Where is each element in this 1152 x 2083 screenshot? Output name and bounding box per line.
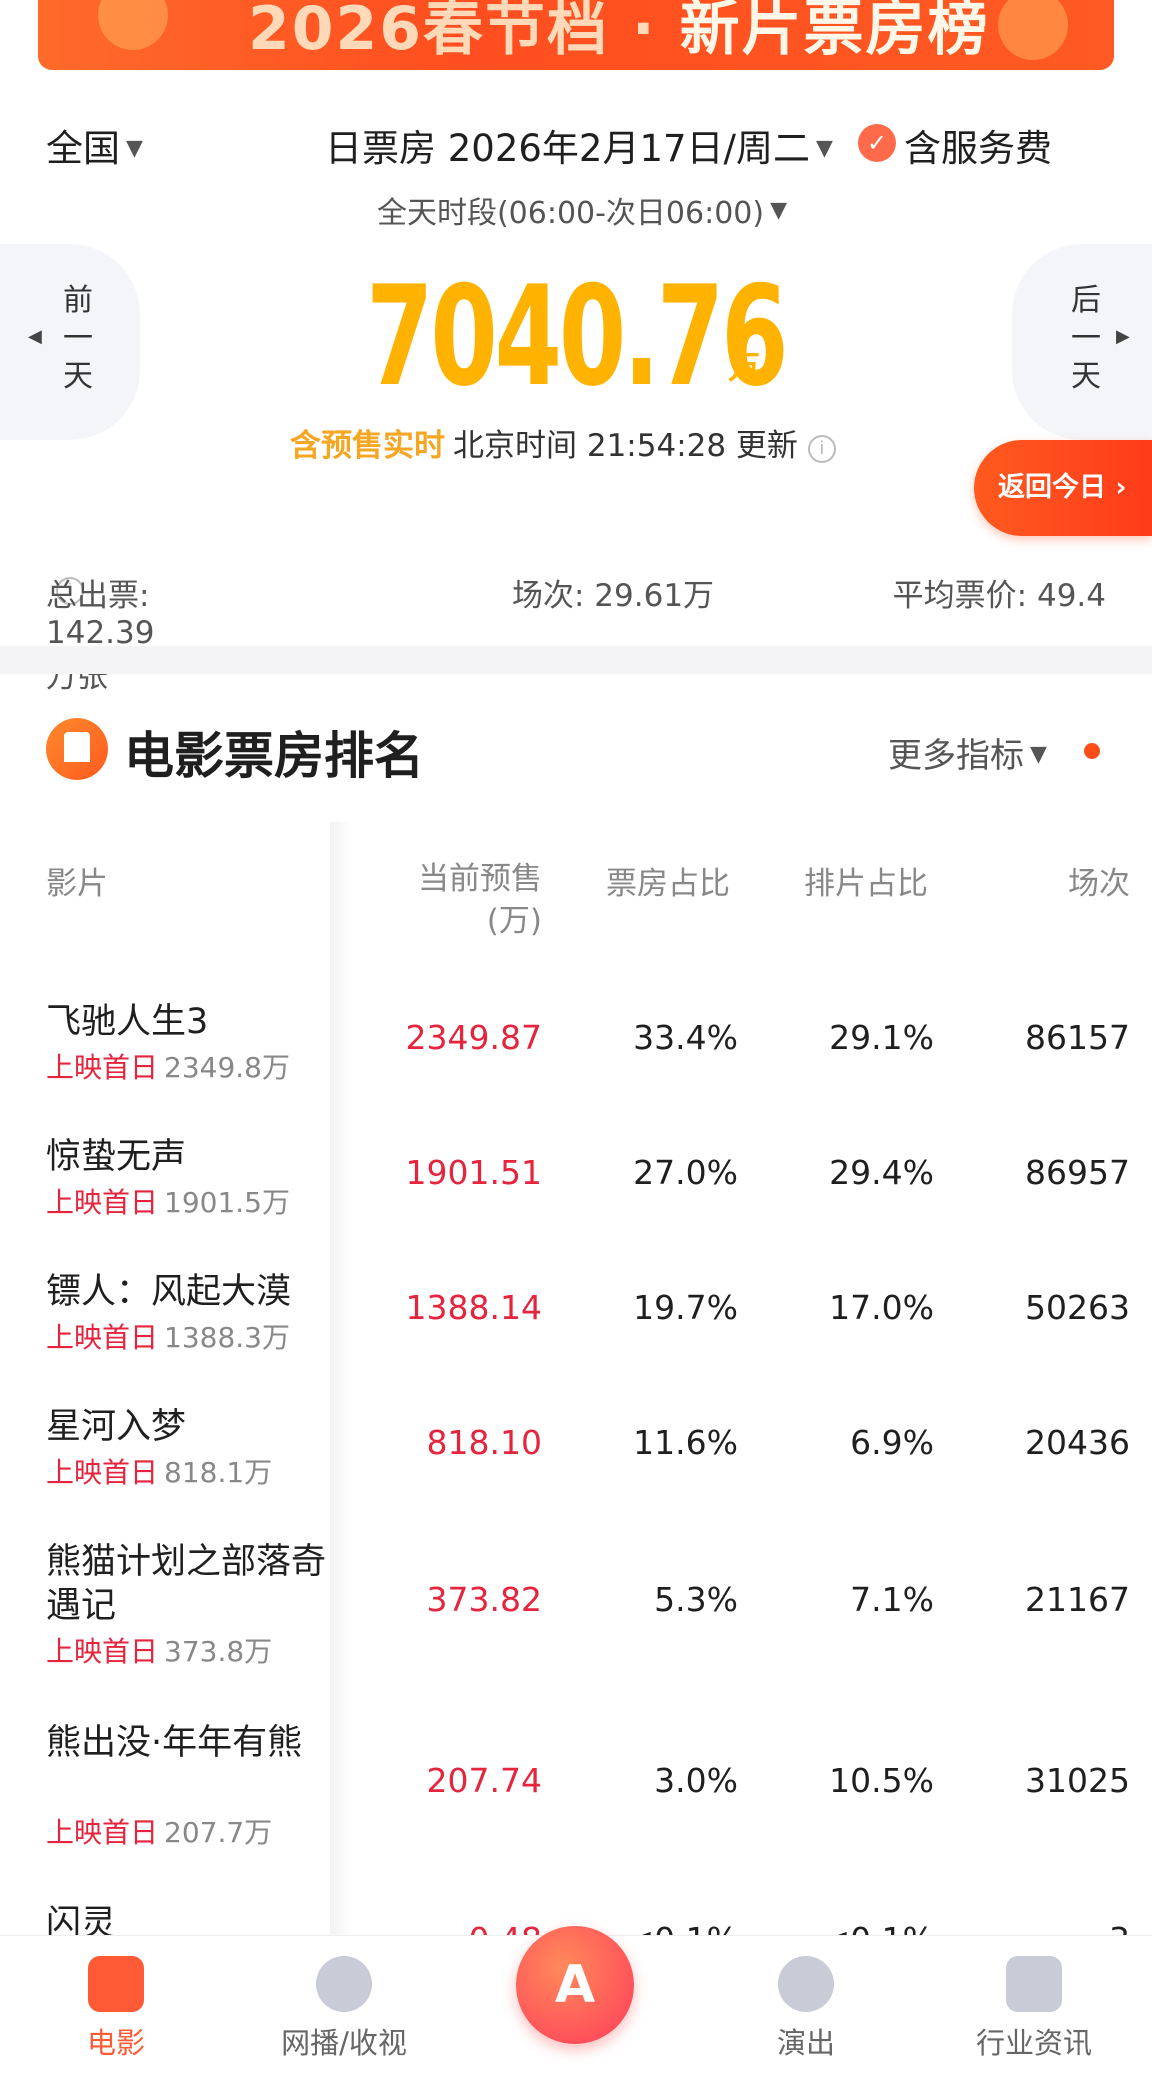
tab-streaming[interactable]: 网播/收视 — [244, 1956, 444, 2062]
ranking-header: 电影票房排名 更多指标 ▼ — [0, 710, 1152, 790]
header-presale[interactable]: 当前预售 (万) — [410, 858, 542, 942]
schedule-share: 6.9% — [850, 1423, 934, 1462]
caret-down-icon: ▼ — [1030, 742, 1047, 767]
first-day-info: 上映首日 818.1万 — [46, 1456, 273, 1489]
average-price: 平均票价: 49.4 — [892, 578, 1106, 614]
presale-realtime-label: 含预售实时 — [290, 428, 445, 464]
time-period-selector[interactable]: 全天时段(06:00-次日06:00) ▼ — [0, 188, 1152, 232]
presale-value: 373.82 — [426, 1580, 542, 1619]
check-icon: ✓ — [858, 124, 896, 162]
microphone-icon — [778, 1956, 834, 2012]
schedule-share: 29.1% — [829, 1018, 934, 1057]
movie-ranking-icon — [46, 718, 108, 780]
shows-count: 21167 — [1025, 1580, 1130, 1619]
section-title: 电影票房排名 — [124, 727, 424, 785]
schedule-share: 7.1% — [850, 1580, 934, 1619]
banner-decoration — [998, 0, 1068, 60]
region-selector[interactable]: 全国 ▼ — [46, 118, 143, 172]
film-name: 熊猫计划之部落奇遇记 — [46, 1542, 327, 1626]
film-name: 飞驰人生3 — [46, 1002, 209, 1042]
stats-row: 总出票: 142.39万张 i 场次: 29.61万 平均票价: 49.4 — [0, 570, 1152, 695]
box-office-share: 11.6% — [633, 1423, 738, 1462]
first-day-info: 上映首日 1901.5万 — [46, 1186, 290, 1219]
banner-title: 2026春节档 · 新片票房榜 — [248, 0, 990, 64]
presale-value: 2349.87 — [405, 1018, 542, 1057]
shows-count: 86957 — [1025, 1153, 1130, 1192]
shows-count: 86157 — [1025, 1018, 1130, 1057]
daily-total: 7040.76 万 — [0, 256, 1152, 417]
film-name: 惊蛰无声 — [46, 1137, 187, 1177]
presale-value: 207.74 — [426, 1761, 542, 1800]
box-office-share: 19.7% — [633, 1288, 738, 1327]
info-icon[interactable]: i — [807, 435, 836, 463]
header-box-office-share[interactable]: 票房占比 — [606, 858, 730, 903]
film-name: 星河入梦 — [46, 1407, 187, 1447]
header-schedule-share[interactable]: 排片占比 — [804, 858, 928, 903]
play-icon — [316, 1956, 372, 2012]
tab-label: 演出 — [776, 2026, 835, 2060]
tab-show[interactable]: 演出 — [706, 1956, 906, 2062]
total-box-office-value: 7040.76 — [366, 256, 788, 417]
total-unit: 万 — [728, 348, 761, 386]
caret-down-icon: ▼ — [126, 136, 143, 161]
update-time: 北京时间 21:54:28 更新 — [453, 428, 798, 464]
banner-decoration — [98, 0, 168, 50]
presale-value: 1901.51 — [405, 1153, 542, 1192]
document-icon — [1006, 1956, 1062, 2012]
filter-row: 全国 ▼ 日票房 2026年2月17日/周二 ▼ ✓ 含服务费 — [0, 110, 1152, 172]
more-metrics-dropdown[interactable]: 更多指标 ▼ — [888, 728, 1047, 777]
shows-count: 20436 — [1025, 1423, 1130, 1462]
presale-value: 1388.14 — [405, 1288, 542, 1327]
film-name: 熊出没·年年有熊 — [46, 1723, 303, 1763]
total-shows: 场次: 29.61万 — [512, 578, 715, 614]
box-office-share: 27.0% — [633, 1153, 738, 1192]
box-office-share: 5.3% — [654, 1580, 738, 1619]
first-day-info: 上映首日 1388.3万 — [46, 1321, 290, 1354]
film-name: 镖人：风起大漠 — [46, 1272, 292, 1312]
frozen-column-shadow — [330, 822, 352, 1942]
tab-label: 网播/收视 — [281, 2026, 407, 2060]
total-tickets: 总出票: 142.39万张 i — [46, 577, 155, 695]
service-fee-toggle[interactable]: ✓ 含服务费 — [858, 118, 1052, 172]
shows-count: 31025 — [1025, 1761, 1130, 1800]
tab-label: 电影 — [86, 2026, 145, 2060]
tab-label: 行业资讯 — [975, 2026, 1092, 2060]
notification-dot — [1084, 743, 1100, 759]
tab-movie[interactable]: 电影 — [16, 1956, 216, 2062]
header-shows[interactable]: 场次 — [1068, 858, 1130, 903]
caret-down-icon: ▼ — [770, 198, 788, 223]
box-office-share: 33.4% — [633, 1018, 738, 1057]
box-office-share: 3.0% — [654, 1761, 738, 1800]
schedule-share: 17.0% — [829, 1288, 934, 1327]
date-selector[interactable]: 日票房 2026年2月17日/周二 ▼ — [325, 118, 833, 172]
bottom-tab-bar: 电影 网播/收视 A 演出 行业资讯 — [0, 1926, 1152, 2083]
presale-value: 818.10 — [426, 1423, 542, 1462]
schedule-share: 10.5% — [829, 1761, 934, 1800]
first-day-info: 上映首日 373.8万 — [46, 1635, 273, 1668]
update-info: 含预售实时 北京时间 21:54:28 更新 i — [290, 420, 836, 465]
first-day-info: 上映首日 207.7万 — [46, 1816, 273, 1849]
caret-down-icon: ▼ — [816, 136, 833, 161]
first-day-info: 上映首日 2349.8万 — [46, 1051, 290, 1084]
header-film: 影片 — [46, 866, 108, 902]
trend-chart-icon — [88, 1956, 144, 2012]
tab-news[interactable]: 行业资讯 — [934, 1956, 1134, 2062]
shows-count: 50263 — [1025, 1288, 1130, 1327]
back-today-button[interactable]: 返回今日 › — [974, 440, 1152, 536]
section-divider — [0, 646, 1152, 674]
center-app-button[interactable]: A — [516, 1926, 634, 2044]
schedule-share: 29.4% — [829, 1153, 934, 1192]
promo-banner[interactable]: 2026春节档 · 新片票房榜 — [38, 0, 1114, 70]
